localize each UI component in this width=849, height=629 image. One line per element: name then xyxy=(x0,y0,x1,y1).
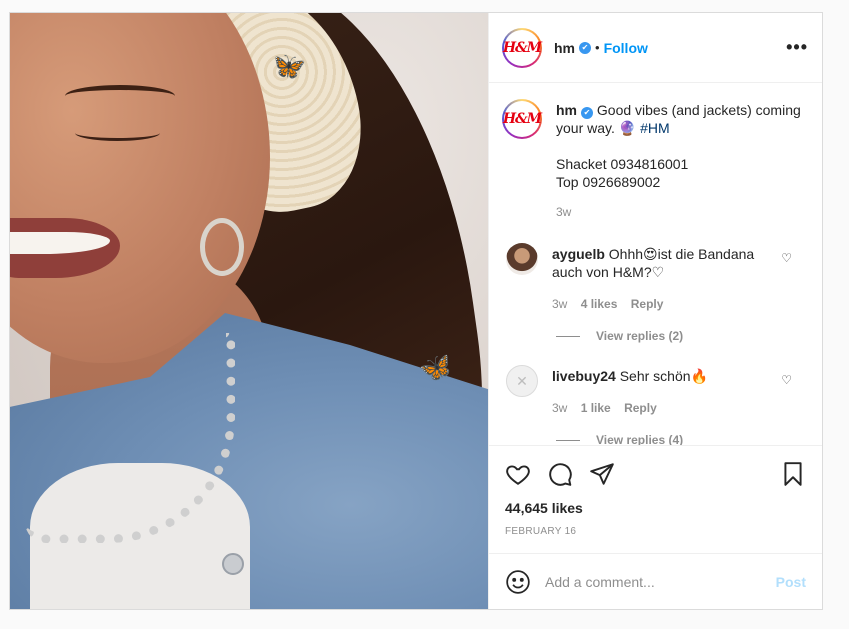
comment-item: ✕ livebuy24 Sehr schön🔥 3w 1 like Reply … xyxy=(502,365,806,417)
like-heart-icon[interactable] xyxy=(505,461,531,487)
add-comment-bar: Post xyxy=(489,553,822,609)
more-options-icon[interactable]: ••• xyxy=(786,37,808,58)
hashtag-link[interactable]: #HM xyxy=(640,120,670,136)
comment-time[interactable]: 3w xyxy=(552,401,567,415)
comment-username[interactable]: ayguelb xyxy=(552,246,605,262)
profile-avatar[interactable]: H&M xyxy=(502,27,542,68)
comment-username[interactable]: livebuy24 xyxy=(552,368,616,384)
verified-badge-icon: ✔ xyxy=(579,41,591,54)
comment-meta: 3w 1 like Reply xyxy=(552,399,767,417)
post-actions: 44,645 likes FEBRUARY 16 xyxy=(489,445,822,553)
photo-earring xyxy=(200,218,244,276)
caption-avatar[interactable]: H&M xyxy=(502,99,542,139)
heart-eyes-emoji: 😍 xyxy=(643,246,658,262)
reply-button[interactable]: Reply xyxy=(631,297,664,311)
header-username[interactable]: hm xyxy=(554,40,575,56)
bookmark-save-icon[interactable] xyxy=(780,461,806,487)
comments-section[interactable]: H&M hm ✔ Good vibes (and jackets) coming … xyxy=(489,83,822,445)
commenter-avatar[interactable]: ✕ xyxy=(506,365,538,397)
comment-likes[interactable]: 4 likes xyxy=(581,297,618,311)
comment-item: ayguelb Ohhh😍ist die Bandana auch von H&… xyxy=(502,243,806,313)
photo-eye xyxy=(75,125,160,141)
hm-logo: H&M xyxy=(502,111,542,127)
comment-time[interactable]: 3w xyxy=(552,297,567,311)
header-separator: • xyxy=(595,40,600,55)
view-replies[interactable]: View replies (4) xyxy=(556,433,806,445)
crystal-ball-emoji: 🔮 xyxy=(618,120,637,136)
share-paper-plane-icon[interactable] xyxy=(589,461,615,487)
caption-product-2: Top 0926689002 xyxy=(556,174,661,190)
action-icons xyxy=(505,454,806,494)
replies-line xyxy=(556,439,580,441)
verified-badge-icon: ✔ xyxy=(581,107,593,119)
like-comment-icon[interactable]: ♡ xyxy=(781,373,792,387)
heart-outline-icon: ♡ xyxy=(651,264,665,280)
butterfly-icon: 🦋 xyxy=(416,349,456,387)
caption-product-1: Shacket 0934816001 xyxy=(556,156,689,172)
like-comment-icon[interactable]: ♡ xyxy=(781,251,792,265)
comment-bubble-icon[interactable] xyxy=(547,461,573,487)
view-replies-label: View replies (2) xyxy=(596,329,684,343)
caption-text-line1: Good vibes (and jackets) xyxy=(596,102,752,118)
follow-button[interactable]: Follow xyxy=(604,40,648,56)
photo-jacket-button xyxy=(222,553,244,575)
view-replies-label: View replies (4) xyxy=(596,433,684,445)
view-replies[interactable]: View replies (2) xyxy=(556,329,806,343)
commenter-avatar[interactable] xyxy=(506,243,538,275)
post-header: H&M hm ✔ • Follow ••• xyxy=(489,13,822,83)
likes-count[interactable]: 44,645 likes xyxy=(505,500,806,516)
post-photo[interactable]: 🦋 🦋 xyxy=(10,13,488,609)
comment-meta: 3w 4 likes Reply xyxy=(552,295,767,313)
comment-body: ayguelb Ohhh😍ist die Bandana auch von H&… xyxy=(552,243,767,313)
comment-body: livebuy24 Sehr schön🔥 3w 1 like Reply xyxy=(552,365,767,417)
post-container: 🦋 🦋 H&M hm ✔ • Follow ••• H&M hm ✔ Good … xyxy=(9,12,823,610)
comment-text: Sehr schön xyxy=(619,368,691,384)
comment-text: Ohhh xyxy=(608,246,644,262)
photo-brow xyxy=(65,85,175,107)
caption: H&M hm ✔ Good vibes (and jackets) coming … xyxy=(502,99,806,221)
emoji-smiley-icon[interactable] xyxy=(505,569,531,595)
replies-line xyxy=(556,335,580,337)
post-side-panel: H&M hm ✔ • Follow ••• H&M hm ✔ Good vibes… xyxy=(488,13,822,609)
caption-timestamp[interactable]: 3w xyxy=(556,203,806,221)
fire-emoji: 🔥 xyxy=(690,368,708,384)
caption-body: hm ✔ Good vibes (and jackets) coming your… xyxy=(556,99,806,221)
add-comment-input[interactable] xyxy=(545,573,776,590)
post-comment-button[interactable]: Post xyxy=(776,574,806,590)
reply-button[interactable]: Reply xyxy=(624,401,657,415)
comment-likes[interactable]: 1 like xyxy=(581,401,611,415)
hm-logo: H&M xyxy=(502,39,542,56)
caption-username[interactable]: hm xyxy=(556,102,577,118)
post-date[interactable]: FEBRUARY 16 xyxy=(505,526,806,537)
